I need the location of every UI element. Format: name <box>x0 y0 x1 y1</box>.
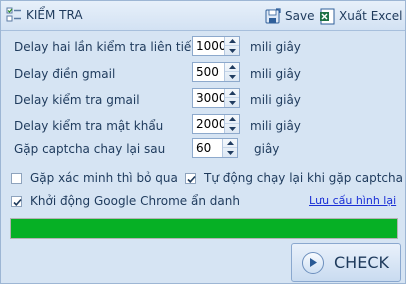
checkmark-icon <box>187 175 196 183</box>
chevron-up-icon <box>226 141 234 145</box>
checkmark-icon <box>13 198 22 206</box>
delay-fill-gmail-stepper[interactable] <box>192 62 240 82</box>
delay-check-gmail-stepper[interactable] <box>192 88 240 108</box>
unit-label: mili giây <box>250 119 301 133</box>
unit-label: mili giây <box>250 93 301 107</box>
panel-titlebar: KIỂM TRA Save Xuất Excel <box>1 1 405 31</box>
skip-verification-checkbox[interactable]: Gặp xác minh thì bỏ qua <box>11 171 178 185</box>
excel-icon <box>320 8 335 24</box>
auto-rerun-captcha-checkbox[interactable]: Tự động chạy lại khi gặp captcha <box>185 171 403 185</box>
captcha-retry-input[interactable] <box>193 139 225 157</box>
progress-fill <box>11 219 397 238</box>
check-button[interactable]: CHECK <box>291 243 401 282</box>
chevron-down-icon <box>228 100 236 105</box>
checkbox-box[interactable] <box>185 172 196 184</box>
chevron-down-icon <box>228 48 236 53</box>
delay-between-checks-input[interactable] <box>193 37 227 55</box>
delay-check-password-input[interactable] <box>193 115 227 133</box>
export-excel-label: Xuất Excel <box>339 9 403 23</box>
delay-check-password-stepper[interactable] <box>192 114 240 134</box>
chevron-up-icon <box>228 39 236 43</box>
chevron-up-icon <box>228 117 236 121</box>
incognito-chrome-checkbox[interactable]: Khởi động Google Chrome ẩn danh <box>11 194 240 208</box>
save-button-label: Save <box>285 9 315 23</box>
check-panel: KIỂM TRA Save Xuất Excel Delay hai lần k… <box>0 0 406 284</box>
unit-label: giây <box>254 142 280 156</box>
spin-down-button[interactable] <box>225 46 239 55</box>
checkbox-box[interactable] <box>11 172 22 184</box>
delay-check-gmail-label: Delay kiểm tra gmail <box>14 93 140 107</box>
chevron-down-icon <box>228 74 236 79</box>
delay-between-checks-stepper[interactable] <box>192 36 240 56</box>
chevron-down-icon <box>228 126 236 131</box>
panel-title: KIỂM TRA <box>26 8 83 22</box>
chevron-up-icon <box>228 65 236 69</box>
export-excel-button[interactable]: Xuất Excel <box>319 6 403 26</box>
delay-check-password-label: Delay kiểm tra mật khẩu <box>14 119 164 133</box>
delay-fill-gmail-input[interactable] <box>193 63 227 81</box>
delay-between-checks-label: Delay hai lần kiểm tra liên tiếp <box>14 40 199 54</box>
spin-up-button[interactable] <box>225 89 239 98</box>
save-button[interactable]: Save <box>265 6 314 26</box>
captcha-retry-stepper[interactable] <box>192 138 238 158</box>
auto-rerun-captcha-label: Tự động chạy lại khi gặp captcha <box>204 171 403 185</box>
check-button-label: CHECK <box>334 253 389 272</box>
spin-up-button[interactable] <box>225 37 239 46</box>
spin-up-button[interactable] <box>225 115 239 124</box>
spin-down-button[interactable] <box>225 98 239 107</box>
progress-bar <box>10 218 398 239</box>
spin-down-button[interactable] <box>225 124 239 133</box>
delay-check-gmail-input[interactable] <box>193 89 227 107</box>
skip-verification-label: Gặp xác minh thì bỏ qua <box>30 171 178 185</box>
incognito-chrome-label: Khởi động Google Chrome ẩn danh <box>30 194 240 208</box>
checkbox-box[interactable] <box>11 195 22 207</box>
list-check-icon <box>6 7 21 22</box>
save-icon <box>265 7 281 23</box>
delay-fill-gmail-label: Delay điền gmail <box>14 67 116 81</box>
save-config-link[interactable]: Lưu cấu hình lại <box>309 194 396 207</box>
unit-label: mili giây <box>250 67 301 81</box>
captcha-retry-label: Gặp captcha chay lại sau <box>14 142 166 156</box>
spin-up-button[interactable] <box>223 139 237 148</box>
chevron-down-icon <box>226 150 234 155</box>
chevron-up-icon <box>228 91 236 95</box>
play-icon <box>302 251 324 274</box>
unit-label: mili giây <box>250 40 301 54</box>
spin-down-button[interactable] <box>223 148 237 157</box>
spin-up-button[interactable] <box>225 63 239 72</box>
spin-down-button[interactable] <box>225 72 239 81</box>
